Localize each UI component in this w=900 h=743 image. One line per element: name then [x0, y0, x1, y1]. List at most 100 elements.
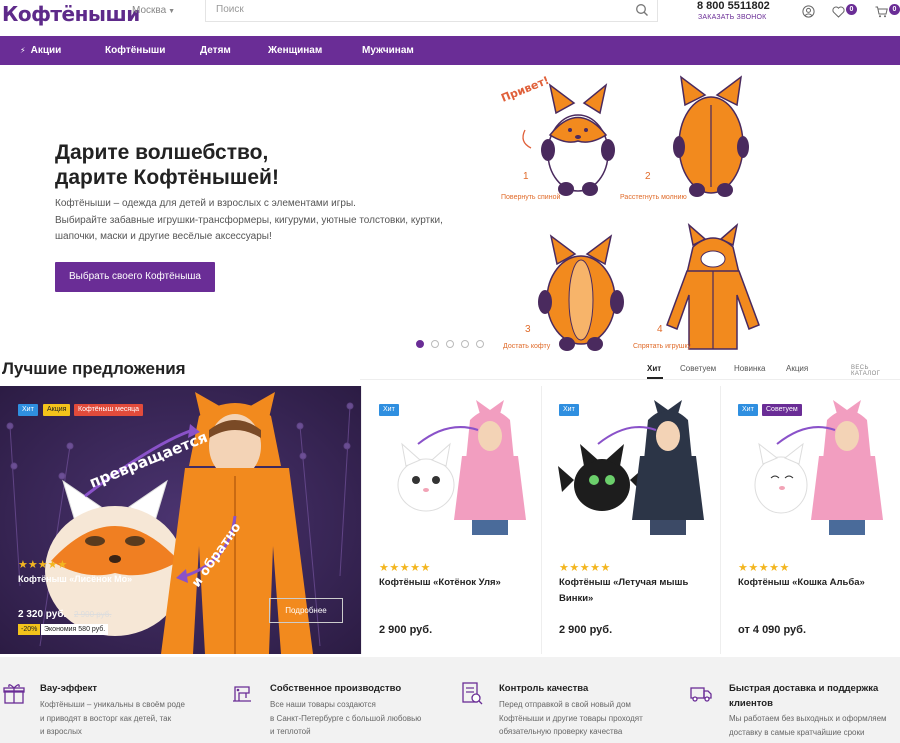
fox-toy-back — [673, 75, 749, 197]
nav-item-sales-label: Акции — [30, 45, 62, 56]
checklist-icon — [462, 682, 483, 705]
fox-toy-front — [541, 83, 615, 196]
feature-text-line: Все наши товары создаются — [270, 700, 376, 709]
step-1-label: Повернуть спиной — [501, 194, 561, 201]
callback-link[interactable]: ЗАКАЗАТЬ ЗВОНОК — [698, 14, 766, 21]
nav-item-koftenyshi[interactable]: Кофтёныши — [105, 45, 165, 56]
feature-text-line: в Санкт-Петербурге с большой любовью — [270, 713, 422, 723]
tab-hit[interactable]: Хит — [647, 364, 661, 373]
transform-steps-illustration: Привет! — [499, 74, 760, 351]
hero-desc-line2: Выбирайте забавные игрушки-трансформеры,… — [55, 214, 443, 226]
caret-down-icon: ▼ — [168, 8, 176, 15]
cart-button[interactable]: 0 — [875, 4, 900, 19]
user-icon[interactable] — [802, 5, 815, 18]
slider-dot-4[interactable] — [461, 340, 469, 348]
rating-stars: ★★★★★ — [559, 562, 611, 574]
slider-dot-1[interactable] — [416, 340, 424, 348]
rating-stars: ★★★★★ — [18, 559, 68, 571]
product-photo — [397, 400, 526, 535]
product-name[interactable]: Кофтёныш «Летучая мышь Винки» — [559, 575, 709, 607]
tag-hit: Хит — [738, 404, 758, 416]
step-2-number: 2 — [645, 171, 651, 182]
tabs-divider — [360, 379, 900, 380]
hero-title-line2: дарите Кофтёнышей! — [55, 166, 279, 189]
wishlist-button[interactable]: 0 — [832, 4, 858, 19]
product-card[interactable]: ★★★★★ Кофтёныш «Котёнок Уля» 2 900 руб. — [361, 386, 541, 654]
fox-hoodie — [666, 222, 760, 350]
wishlist-count-badge: 0 — [846, 4, 857, 15]
city-selector[interactable]: Москва ▼ — [132, 5, 175, 16]
site-header: Кофтёныши Москва▼ 8 800 5511802 ЗАКАЗАТЬ… — [0, 0, 900, 36]
product-name[interactable]: Кофтёныш «Лисёнок Мо» — [18, 574, 132, 584]
tag-hit: Хит — [379, 404, 399, 416]
fox-toy-unzipped — [538, 234, 624, 351]
nav-item-women[interactable]: Женщинам — [268, 45, 322, 56]
choose-koftenysh-button[interactable]: Выбрать своего Кофтёныша — [55, 262, 215, 292]
sewing-machine-icon — [233, 686, 251, 702]
search-icon[interactable] — [635, 3, 649, 17]
slider-dot-3[interactable] — [446, 340, 454, 348]
site-logo[interactable]: Кофтёныши — [2, 2, 140, 26]
feature-title: Вау-эффект — [40, 683, 98, 694]
feature-text: Кофтёныши – уникальны в своём роде и при… — [40, 698, 230, 739]
feature-text-line: Кофтёныши – уникальны в своём роде — [40, 700, 185, 709]
product-photo — [558, 400, 704, 535]
tag-product-of-month: Кофтёныш месяца — [74, 404, 144, 416]
city-label: Москва — [132, 5, 167, 16]
phone-number[interactable]: 8 800 5511802 — [697, 0, 770, 12]
main-nav: ⚡ Акции Кофтёныши Детям Женщинам Мужчинам — [0, 36, 900, 65]
rating-stars: ★★★★★ — [738, 562, 790, 574]
product-price: от 4 090 руб. — [738, 624, 807, 636]
step-2-label: Расстегнуть молнию — [620, 194, 687, 201]
feature-text: Мы работаем без выходных и оформляем дос… — [729, 712, 900, 739]
step-3-label: Достать кофту — [503, 343, 551, 350]
feature-text-line: Перед отправкой в свой новый дом — [499, 700, 631, 709]
more-details-button[interactable]: Подробнее — [269, 598, 343, 623]
active-tab-underline — [647, 377, 663, 379]
step-4-label: Спрятать игрушку — [633, 343, 692, 350]
product-old-price: 2 900 руб. — [74, 610, 112, 619]
nav-item-kids[interactable]: Детям — [200, 45, 231, 56]
hero-desc-line1: Кофтёныши – одежда для детей и взрослых … — [55, 198, 356, 209]
feature-title: Быстрая доставка и поддержка клиентов — [729, 683, 879, 709]
all-catalog-link[interactable]: ВЕСЬ КАТАЛОГ — [851, 365, 900, 377]
nav-item-sales[interactable]: ⚡ Акции — [20, 45, 61, 56]
hero-title: Дарите волшебство, дарите Кофтёнышей! — [55, 140, 455, 190]
feature-title: Контроль качества — [499, 683, 589, 694]
cart-count-badge: 0 — [889, 4, 900, 15]
cart-icon — [875, 6, 888, 18]
features-strip: Вау-эффект Кофтёныши – уникальны в своём… — [0, 657, 900, 743]
product-card[interactable]: ★★★★★ Кофтёныш «Летучая мышь Винки» 2 90… — [541, 386, 721, 654]
gift-box-icon — [3, 684, 25, 704]
tab-recommended[interactable]: Советуем — [680, 364, 716, 373]
greeting-text: Привет! — [499, 74, 551, 105]
discount-badge: -20% — [18, 624, 41, 635]
nav-item-men[interactable]: Мужчинам — [362, 45, 414, 56]
tab-sale[interactable]: Акция — [786, 364, 808, 373]
feature-title: Собственное производство — [270, 683, 402, 694]
tag-hit: Хит — [18, 404, 38, 416]
search-input[interactable] — [216, 4, 616, 15]
feature-text-line: доставку в самые кратчайшие сроки — [729, 727, 865, 737]
slider-dot-2[interactable] — [431, 340, 439, 348]
feature-text: Перед отправкой в свой новый дом Кофтёны… — [499, 698, 689, 739]
tag-hit: Хит — [559, 404, 579, 416]
hero-description: Кофтёныши – одежда для детей и взрослых … — [55, 196, 455, 246]
lightning-icon: ⚡ — [20, 46, 26, 55]
feature-text-line: Мы работаем без выходных и оформляем — [729, 714, 887, 723]
hero-desc-line3: шапочки, маски и другие весёлые аксессуа… — [55, 231, 272, 242]
product-card[interactable]: ★★★★★ Кофтёныш «Кошка Альба» от 4 090 ру… — [720, 386, 900, 654]
feature-text: Все наши товары создаются в Санкт-Петерб… — [270, 698, 460, 739]
search-box — [205, 0, 658, 22]
slider-dot-5[interactable] — [476, 340, 484, 348]
hero-title-line1: Дарите волшебство, — [55, 141, 269, 164]
product-price: 2 900 руб. — [379, 624, 433, 636]
rating-stars: ★★★★★ — [379, 562, 431, 574]
hero-banner: Дарите волшебство, дарите Кофтёнышей! Ко… — [0, 65, 900, 355]
step-1-number: 1 — [523, 171, 529, 182]
product-name[interactable]: Кофтёныш «Котёнок Уля» — [379, 575, 529, 591]
heart-icon — [832, 6, 845, 18]
product-name[interactable]: Кофтёныш «Кошка Альба» — [738, 575, 888, 591]
feature-text-line: обязательную проверку качества — [499, 727, 623, 736]
tab-new[interactable]: Новинка — [734, 364, 766, 373]
